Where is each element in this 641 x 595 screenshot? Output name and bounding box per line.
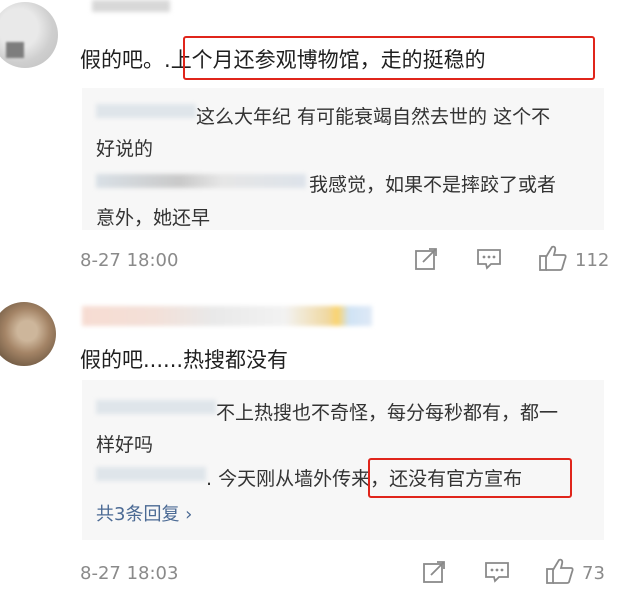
like-icon[interactable]: [538, 244, 568, 272]
comment-icon[interactable]: [476, 248, 502, 270]
reply-box[interactable]: 这么大年纪 有可能衰竭自然去世的 这个不 好说的 我感觉，如果不是摔跤了或者 意…: [82, 88, 604, 230]
avatar[interactable]: [0, 302, 56, 366]
avatar[interactable]: [0, 2, 58, 68]
view-more-replies-link[interactable]: 共3条回复 ›: [96, 500, 192, 526]
timestamp: 8-27 18:00: [80, 250, 179, 271]
like-icon[interactable]: [545, 557, 575, 585]
reply-text: 这么大年纪 有可能衰竭自然去世的 这个不: [196, 106, 551, 128]
highlight-box: [183, 36, 595, 80]
comment-icon[interactable]: [484, 561, 510, 583]
comment-text: 假的吧......热搜都没有: [80, 348, 289, 372]
reply-text: 不上热搜也不奇怪，每分每秒都有，都一: [216, 402, 559, 424]
timestamp: 8-27 18:03: [80, 563, 179, 584]
reply-text: 样好吗: [96, 434, 154, 456]
reply-text: 意外，她还早: [96, 207, 211, 229]
like-count: 112: [575, 250, 610, 271]
reply-text: 好说的: [96, 138, 154, 160]
reply-username-blurred[interactable]: [96, 174, 306, 188]
reply-username-blurred[interactable]: [96, 400, 216, 414]
reply-text: 我感觉，如果不是摔跤了或者: [309, 174, 557, 196]
share-icon[interactable]: [414, 247, 440, 271]
like-count: 73: [582, 563, 605, 584]
reply-username-blurred[interactable]: [96, 467, 206, 481]
highlight-box: [368, 458, 572, 498]
reply-username-blurred[interactable]: [96, 104, 196, 118]
username-blurred[interactable]: [92, 0, 170, 12]
username-blurred[interactable]: [82, 306, 372, 326]
share-icon[interactable]: [422, 560, 448, 584]
